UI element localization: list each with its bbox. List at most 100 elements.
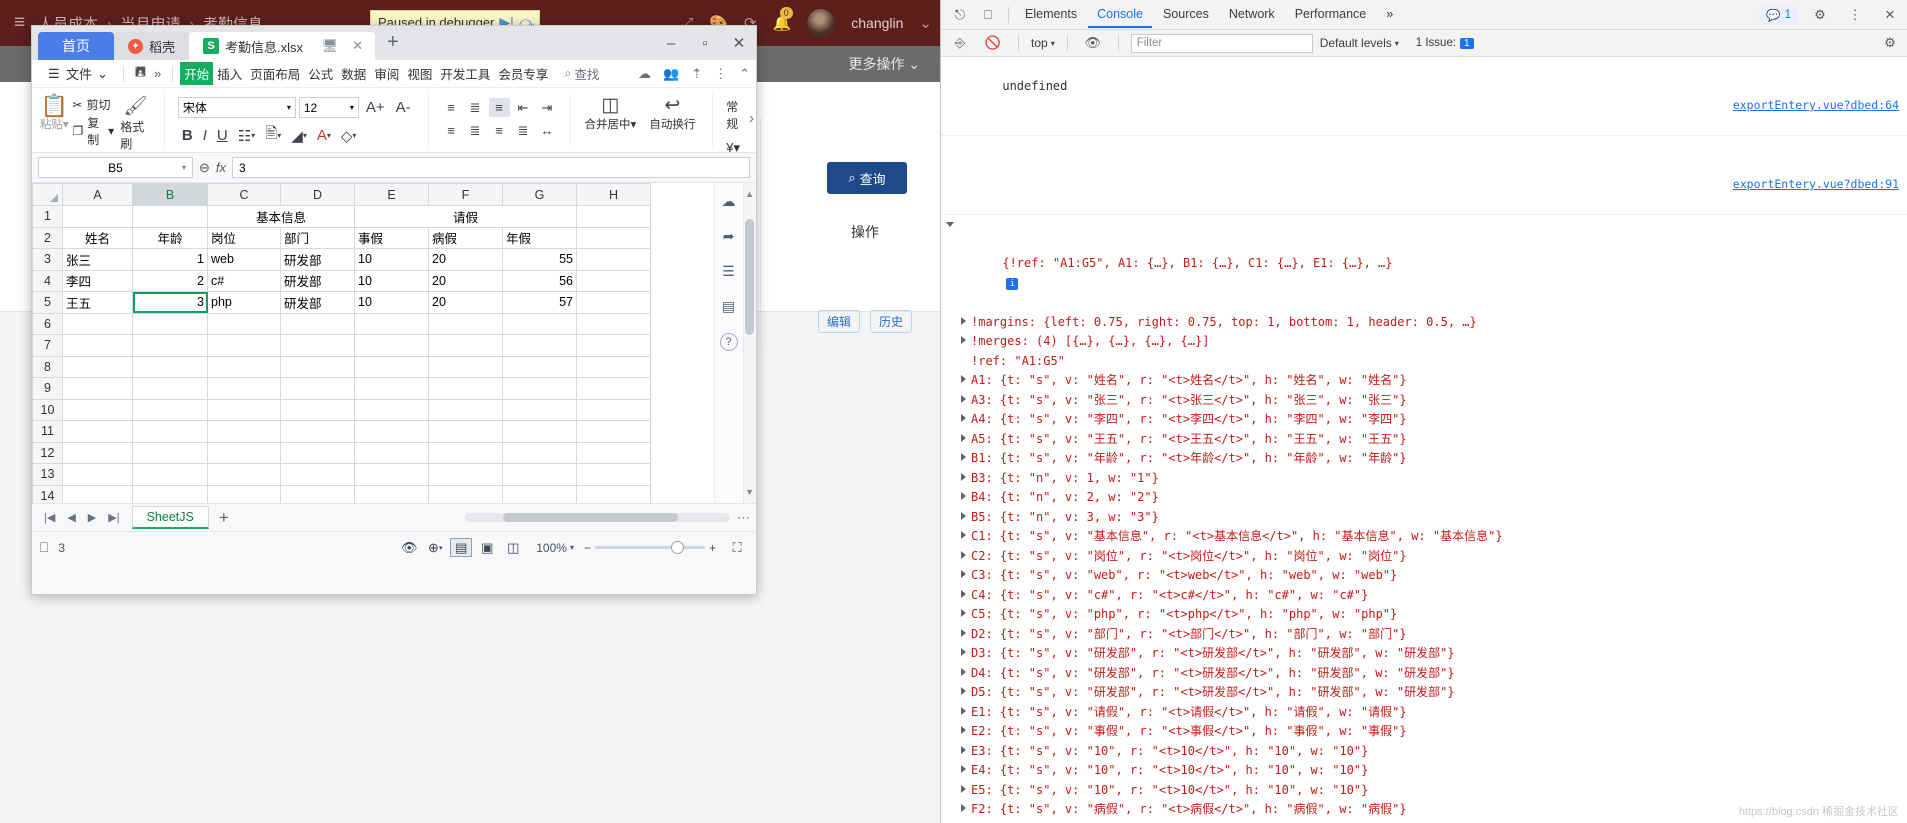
cell-H8[interactable] <box>576 355 651 378</box>
new-tab-button[interactable]: + <box>375 31 411 56</box>
cell-H13[interactable] <box>576 463 651 486</box>
cell-D4[interactable]: 研发部 <box>280 269 355 292</box>
expand-toggle-icon[interactable] <box>961 804 966 812</box>
col-header-H[interactable]: H <box>576 183 651 206</box>
scrollbar-thumb[interactable] <box>745 219 754 335</box>
source-link[interactable]: exportEntery.vue?dbed:64 <box>1733 96 1899 116</box>
cell-B7[interactable] <box>132 334 208 357</box>
zoom-slider-knob[interactable] <box>670 541 684 554</box>
expand-toggle-icon[interactable] <box>961 784 966 793</box>
col-header-F[interactable]: F <box>428 183 503 206</box>
log-levels-select[interactable]: Default levels ▾ <box>1320 36 1399 50</box>
console-line[interactable]: B3: {t: "n", v: 1, w: "1"} <box>941 469 1907 489</box>
console-line[interactable]: C1: {t: "s", v: "基本信息", r: "<t>基本信息</t>"… <box>941 527 1907 547</box>
table-row[interactable]: 4 李四 2 c# 研发部 10 20 56 <box>32 269 651 292</box>
cell-F8[interactable] <box>428 355 503 378</box>
cell-H5[interactable] <box>576 291 651 314</box>
clear-console-icon[interactable]: 🚫 <box>980 31 1006 55</box>
table-row[interactable]: 8 <box>32 355 651 378</box>
select-all-corner[interactable] <box>32 183 63 206</box>
table-row[interactable]: 5 王五 3 php 研发部 10 20 57 <box>32 291 651 314</box>
formula-input[interactable]: 3 <box>232 157 750 178</box>
increase-indent-icon[interactable]: ⇥ <box>537 98 558 117</box>
row-header-5[interactable]: 5 <box>32 291 63 314</box>
align-center-icon[interactable]: ≣ <box>465 121 486 140</box>
edit-link[interactable]: 编辑 <box>817 310 860 333</box>
execution-context-select[interactable]: top ▾ <box>1031 36 1055 50</box>
cell-F13[interactable] <box>428 463 503 486</box>
cell-A11[interactable] <box>62 420 133 443</box>
close-tab-icon[interactable]: ✕ <box>352 38 363 54</box>
center-view-icon[interactable]: ⊕ ▾ <box>424 538 446 557</box>
inspect-icon[interactable]: ⎋ <box>947 3 973 27</box>
cell-D11[interactable] <box>280 420 355 443</box>
col-header-D[interactable]: D <box>280 183 355 206</box>
cell-A8[interactable] <box>62 355 133 378</box>
table-row[interactable]: 9 <box>32 377 651 400</box>
username-label[interactable]: changlin <box>851 15 903 31</box>
console-line[interactable]: A1: {t: "s", v: "姓名", r: "<t>姓名</t>", h:… <box>941 371 1907 391</box>
save-icon[interactable]: 🖪 <box>131 63 150 85</box>
devtools-settings-icon[interactable]: ⚙ <box>1877 31 1903 55</box>
cell-B1[interactable] <box>132 205 208 228</box>
align-middle-icon[interactable]: ≣ <box>465 98 486 117</box>
cell-D2[interactable]: 部门 <box>280 226 355 249</box>
cell-C8[interactable] <box>207 355 281 378</box>
cell-A10[interactable] <box>62 398 133 421</box>
cell-G6[interactable] <box>502 312 577 335</box>
cell-F5[interactable]: 20 <box>428 291 503 314</box>
expand-toggle-icon[interactable] <box>961 433 966 442</box>
col-header-C[interactable]: C <box>207 183 281 206</box>
table-row[interactable]: 7 <box>32 334 651 357</box>
cell-C4[interactable]: c# <box>207 269 281 292</box>
cell-B2[interactable]: 年龄 <box>132 226 208 249</box>
row-header-1[interactable]: 1 <box>32 205 63 228</box>
expand-toggle-icon[interactable] <box>961 765 966 773</box>
cell-D7[interactable] <box>280 334 355 357</box>
expand-toggle-icon[interactable] <box>961 550 966 559</box>
cell-G9[interactable] <box>502 377 577 400</box>
console-line[interactable]: E3: {t: "s", v: "10", r: "<t>10</t>", h:… <box>941 742 1907 762</box>
menu-item-dev-tools[interactable]: 开发工具 <box>436 62 494 85</box>
cell-E2[interactable]: 事假 <box>354 226 429 249</box>
cell-B10[interactable] <box>132 398 208 421</box>
row-header-11[interactable]: 11 <box>32 420 63 443</box>
align-left-icon[interactable]: ≡ <box>441 121 462 140</box>
maximize-button[interactable]: ▫ <box>688 26 722 60</box>
prev-sheet-button[interactable]: ◀ <box>61 511 81 524</box>
last-sheet-button[interactable]: ▶| <box>102 511 125 524</box>
console-line[interactable]: !merges: (4) [{…}, {…}, {…}, {…}] <box>941 332 1907 352</box>
cloud-icon[interactable]: ☁ <box>638 66 651 82</box>
cell-H3[interactable] <box>576 248 651 271</box>
table-row[interactable]: 10 <box>32 398 651 421</box>
paste-button[interactable]: 📋 粘贴▾ <box>38 92 70 152</box>
cell-G5[interactable]: 57 <box>502 291 577 314</box>
settings-slider-icon[interactable]: ☰ <box>722 263 735 280</box>
expand-toggle-icon[interactable] <box>961 375 966 383</box>
tab-home[interactable]: 首页 <box>38 32 114 60</box>
record-macro-icon[interactable]: ⎕ <box>40 539 48 556</box>
cell-F6[interactable] <box>428 312 503 335</box>
decrease-indent-icon[interactable]: ⇤ <box>513 98 534 117</box>
format-painter-button[interactable]: 🖌 格式刷 <box>116 92 155 152</box>
grow-font-button[interactable]: A+ <box>362 98 389 117</box>
console-line[interactable]: exportEntery.vue?dbed:91 <box>941 136 1907 215</box>
table-row[interactable]: 1 基本信息 请假 <box>32 205 651 228</box>
align-top-icon[interactable]: ≡ <box>441 98 462 117</box>
bell-icon[interactable]: 🔔 0 <box>773 7 793 32</box>
cell-H10[interactable] <box>576 398 651 421</box>
tab-console[interactable]: Console <box>1088 2 1152 28</box>
cell-F4[interactable]: 20 <box>428 269 503 292</box>
cell-B8[interactable] <box>132 355 208 378</box>
align-bottom-icon[interactable]: ≡ <box>488 98 510 117</box>
console-line[interactable]: A3: {t: "s", v: "张三", r: "<t>张三</t>", h:… <box>941 391 1907 411</box>
cell-D8[interactable] <box>280 355 355 378</box>
console-line[interactable]: B4: {t: "n", v: 2, w: "2"} <box>941 488 1907 508</box>
align-right-icon[interactable]: ≡ <box>489 121 510 140</box>
cell-D12[interactable] <box>280 441 355 464</box>
cell-G4[interactable]: 56 <box>502 269 577 292</box>
expand-toggle-icon[interactable] <box>961 570 966 578</box>
horizontal-scrollbar[interactable] <box>465 513 730 522</box>
cell-E1-merged[interactable]: 请假 <box>354 205 577 228</box>
col-header-G[interactable]: G <box>502 183 577 206</box>
